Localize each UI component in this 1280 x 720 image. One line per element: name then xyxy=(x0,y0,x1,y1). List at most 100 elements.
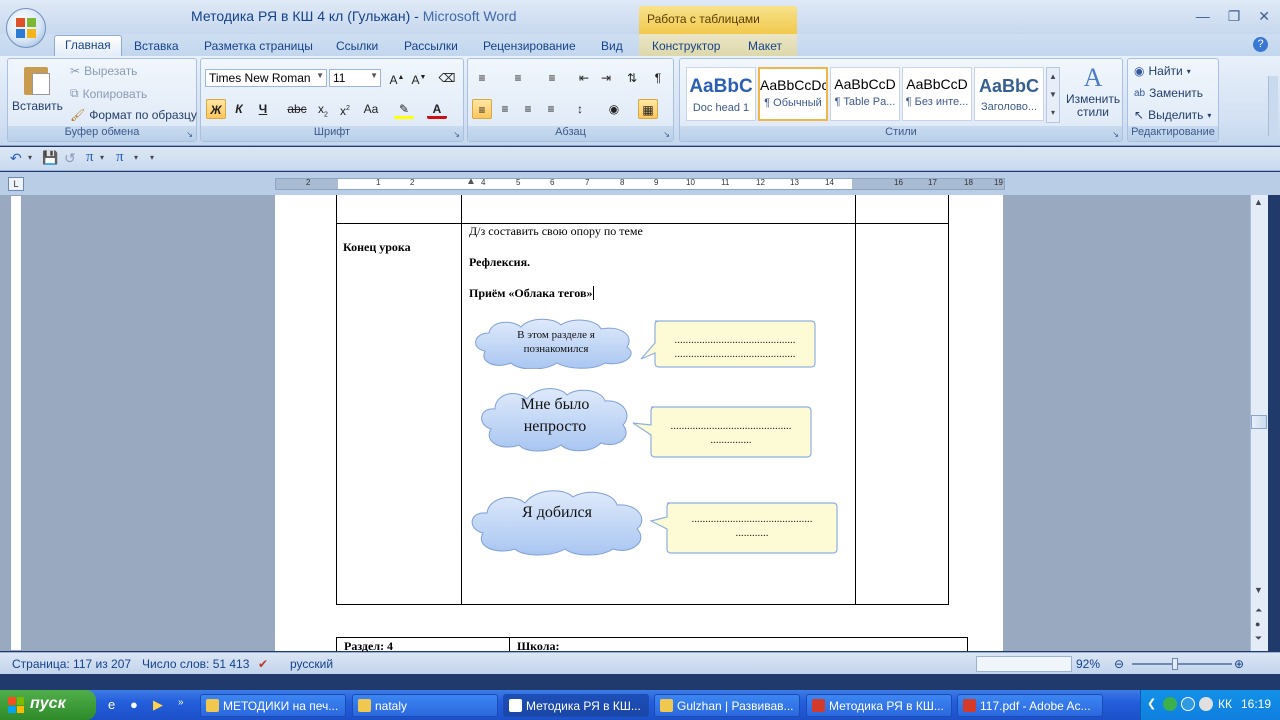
font-name-combo[interactable]: Times New Roman ▼ xyxy=(205,69,327,87)
shading-icon[interactable]: ◉ xyxy=(604,99,624,119)
language-tray[interactable]: КК xyxy=(1218,697,1232,711)
tab-view[interactable]: Вид xyxy=(601,37,623,55)
tray-app-icon[interactable] xyxy=(1163,697,1177,711)
sort-icon[interactable]: ⇅ xyxy=(622,68,642,88)
highlight-icon[interactable]: ✎ xyxy=(394,99,414,119)
styles-scroll[interactable]: ▲ ▼ ▾ xyxy=(1046,67,1060,123)
tray-network-icon[interactable] xyxy=(1181,697,1195,711)
taskbar-item[interactable]: Методика РЯ в КШ... xyxy=(806,694,952,717)
minimize-icon[interactable]: — xyxy=(1196,8,1210,25)
taskbar-item[interactable]: Gulzhan | Развивав... xyxy=(654,694,800,717)
equation-icon[interactable]: π xyxy=(86,149,94,166)
italic-icon[interactable]: К xyxy=(229,99,249,119)
chevron-down-icon[interactable]: ▾ xyxy=(134,153,138,162)
document-page[interactable]: Конец урока Д/з составить свою опору по … xyxy=(275,195,1003,653)
find-button[interactable]: ◉ Найти ▾ xyxy=(1134,64,1191,78)
strikethrough-icon[interactable]: abc xyxy=(287,99,307,119)
scroll-down-icon[interactable]: ▼ xyxy=(1254,585,1263,595)
scrollbar-thumb[interactable] xyxy=(1251,415,1267,429)
grow-font-icon[interactable]: A▲ xyxy=(387,68,407,88)
style-normal[interactable]: AaBbCcDc ¶ Обычный xyxy=(758,67,828,121)
view-buttons[interactable] xyxy=(976,656,1072,672)
chevron-down-icon[interactable]: ▾ xyxy=(100,153,104,162)
paste-icon[interactable] xyxy=(22,63,52,97)
style-doc-head-1[interactable]: AaBbC Doc head 1 xyxy=(686,67,756,121)
tab-design[interactable]: Конструктор xyxy=(652,37,720,55)
decrease-indent-icon[interactable]: ⇤ xyxy=(574,68,594,88)
taskbar-item[interactable]: nataly xyxy=(352,694,498,717)
zoom-slider-thumb[interactable] xyxy=(1172,658,1178,670)
scroll-up-icon[interactable]: ▲ xyxy=(1254,197,1263,207)
previous-page-icon[interactable]: ⏶ xyxy=(1255,605,1262,616)
tab-review[interactable]: Рецензирование xyxy=(483,37,576,55)
select-button[interactable]: ↖ Выделить ▾ xyxy=(1134,108,1211,122)
next-page-icon[interactable]: ⏷ xyxy=(1255,633,1262,644)
paragraph-launcher-icon[interactable]: ↘ xyxy=(663,130,670,139)
restore-icon[interactable]: ❐ xyxy=(1228,8,1241,25)
increase-indent-icon[interactable]: ⇥ xyxy=(596,68,616,88)
save-icon[interactable]: 💾 xyxy=(42,150,58,166)
customize-qat-icon[interactable]: ▾ xyxy=(150,153,154,162)
page-count[interactable]: Страница: 117 из 207 xyxy=(12,657,131,671)
font-color-icon[interactable]: A xyxy=(427,99,447,119)
tab-references[interactable]: Ссылки xyxy=(336,37,378,55)
equation-icon[interactable]: π xyxy=(116,149,124,166)
align-right-icon[interactable]: ≡ xyxy=(518,99,538,119)
paste-button[interactable]: Вставить xyxy=(12,99,63,113)
tab-selector-icon[interactable]: L xyxy=(8,177,24,191)
subscript-icon[interactable]: x2 xyxy=(313,99,333,119)
zoom-in-icon[interactable]: ⊕ xyxy=(1234,657,1244,671)
tab-insert[interactable]: Вставка xyxy=(134,37,179,55)
style-table-paragraph[interactable]: AaBbCcD ¶ Table Pa... xyxy=(830,67,900,121)
vertical-ruler[interactable] xyxy=(10,195,22,651)
zoom-level[interactable]: 92% xyxy=(1076,657,1100,671)
numbering-icon[interactable]: ≡ xyxy=(508,68,528,88)
tray-expand-icon[interactable]: ❮ xyxy=(1147,697,1156,710)
style-no-spacing[interactable]: AaBbCcD ¶ Без инте... xyxy=(902,67,972,121)
copy-button[interactable]: ⧉ Копировать xyxy=(70,86,147,101)
align-center-icon[interactable]: ≡ xyxy=(495,99,515,119)
borders-icon[interactable]: ▦ xyxy=(638,99,658,119)
horizontal-ruler[interactable]: 2 1 2 4 5 6 7 8 9 10 11 12 13 14 16 17 1… xyxy=(275,176,1005,190)
taskbar-item[interactable]: МЕТОДИКИ на печ... xyxy=(200,694,346,717)
multilevel-list-icon[interactable]: ≡ xyxy=(542,68,562,88)
zoom-out-icon[interactable]: ⊖ xyxy=(1114,657,1124,671)
chevron-down-icon[interactable]: ▾ xyxy=(28,153,32,162)
align-left-icon[interactable]: ≡ xyxy=(472,99,492,119)
ie-icon[interactable]: e xyxy=(108,697,115,712)
tab-mailings[interactable]: Рассылки xyxy=(404,37,458,55)
bold-icon[interactable]: Ж xyxy=(206,99,226,119)
cut-button[interactable]: ✂ Вырезать xyxy=(70,64,137,78)
help-icon[interactable]: ? xyxy=(1253,37,1268,52)
style-heading[interactable]: AaBbC Заголово... xyxy=(974,67,1044,121)
undo-icon[interactable]: ↶ xyxy=(10,150,22,167)
tray-volume-icon[interactable] xyxy=(1199,697,1213,711)
quicklaunch-more-icon[interactable]: » xyxy=(178,697,184,708)
replace-button[interactable]: ab Заменить xyxy=(1134,86,1203,100)
office-button[interactable] xyxy=(6,8,46,48)
line-spacing-icon[interactable]: ↕ xyxy=(570,99,590,119)
start-button[interactable]: пуск xyxy=(0,690,96,720)
redo-icon[interactable]: ↺ xyxy=(64,150,76,167)
spellcheck-icon[interactable]: ✔ xyxy=(258,657,268,671)
language-indicator[interactable]: русский xyxy=(290,657,333,671)
change-case-icon[interactable]: Aa xyxy=(361,99,381,119)
superscript-icon[interactable]: x2 xyxy=(335,99,355,119)
indent-marker-icon[interactable]: ▲ xyxy=(466,176,476,187)
media-player-icon[interactable]: ▶ xyxy=(153,697,163,713)
underline-icon[interactable]: Ч xyxy=(253,99,273,119)
styles-launcher-icon[interactable]: ↘ xyxy=(1112,130,1119,139)
shrink-font-icon[interactable]: A▼ xyxy=(409,68,429,88)
select-browse-object-icon[interactable]: ● xyxy=(1255,619,1260,629)
change-styles-button[interactable]: A Изменить стили xyxy=(1066,63,1120,119)
pilcrow-icon[interactable]: ¶ xyxy=(648,68,668,88)
clear-format-icon[interactable]: ⌫ xyxy=(437,68,457,88)
zoom-slider[interactable] xyxy=(1132,663,1232,665)
tab-layout[interactable]: Макет xyxy=(748,37,782,55)
tab-home[interactable]: Главная xyxy=(54,35,122,56)
close-icon[interactable]: ✕ xyxy=(1258,8,1270,25)
font-size-combo[interactable]: 11 ▼ xyxy=(329,69,381,87)
word-count[interactable]: Число слов: 51 413 xyxy=(142,657,249,671)
bullets-icon[interactable]: ≡ xyxy=(472,68,492,88)
messenger-icon[interactable]: ● xyxy=(130,697,138,712)
